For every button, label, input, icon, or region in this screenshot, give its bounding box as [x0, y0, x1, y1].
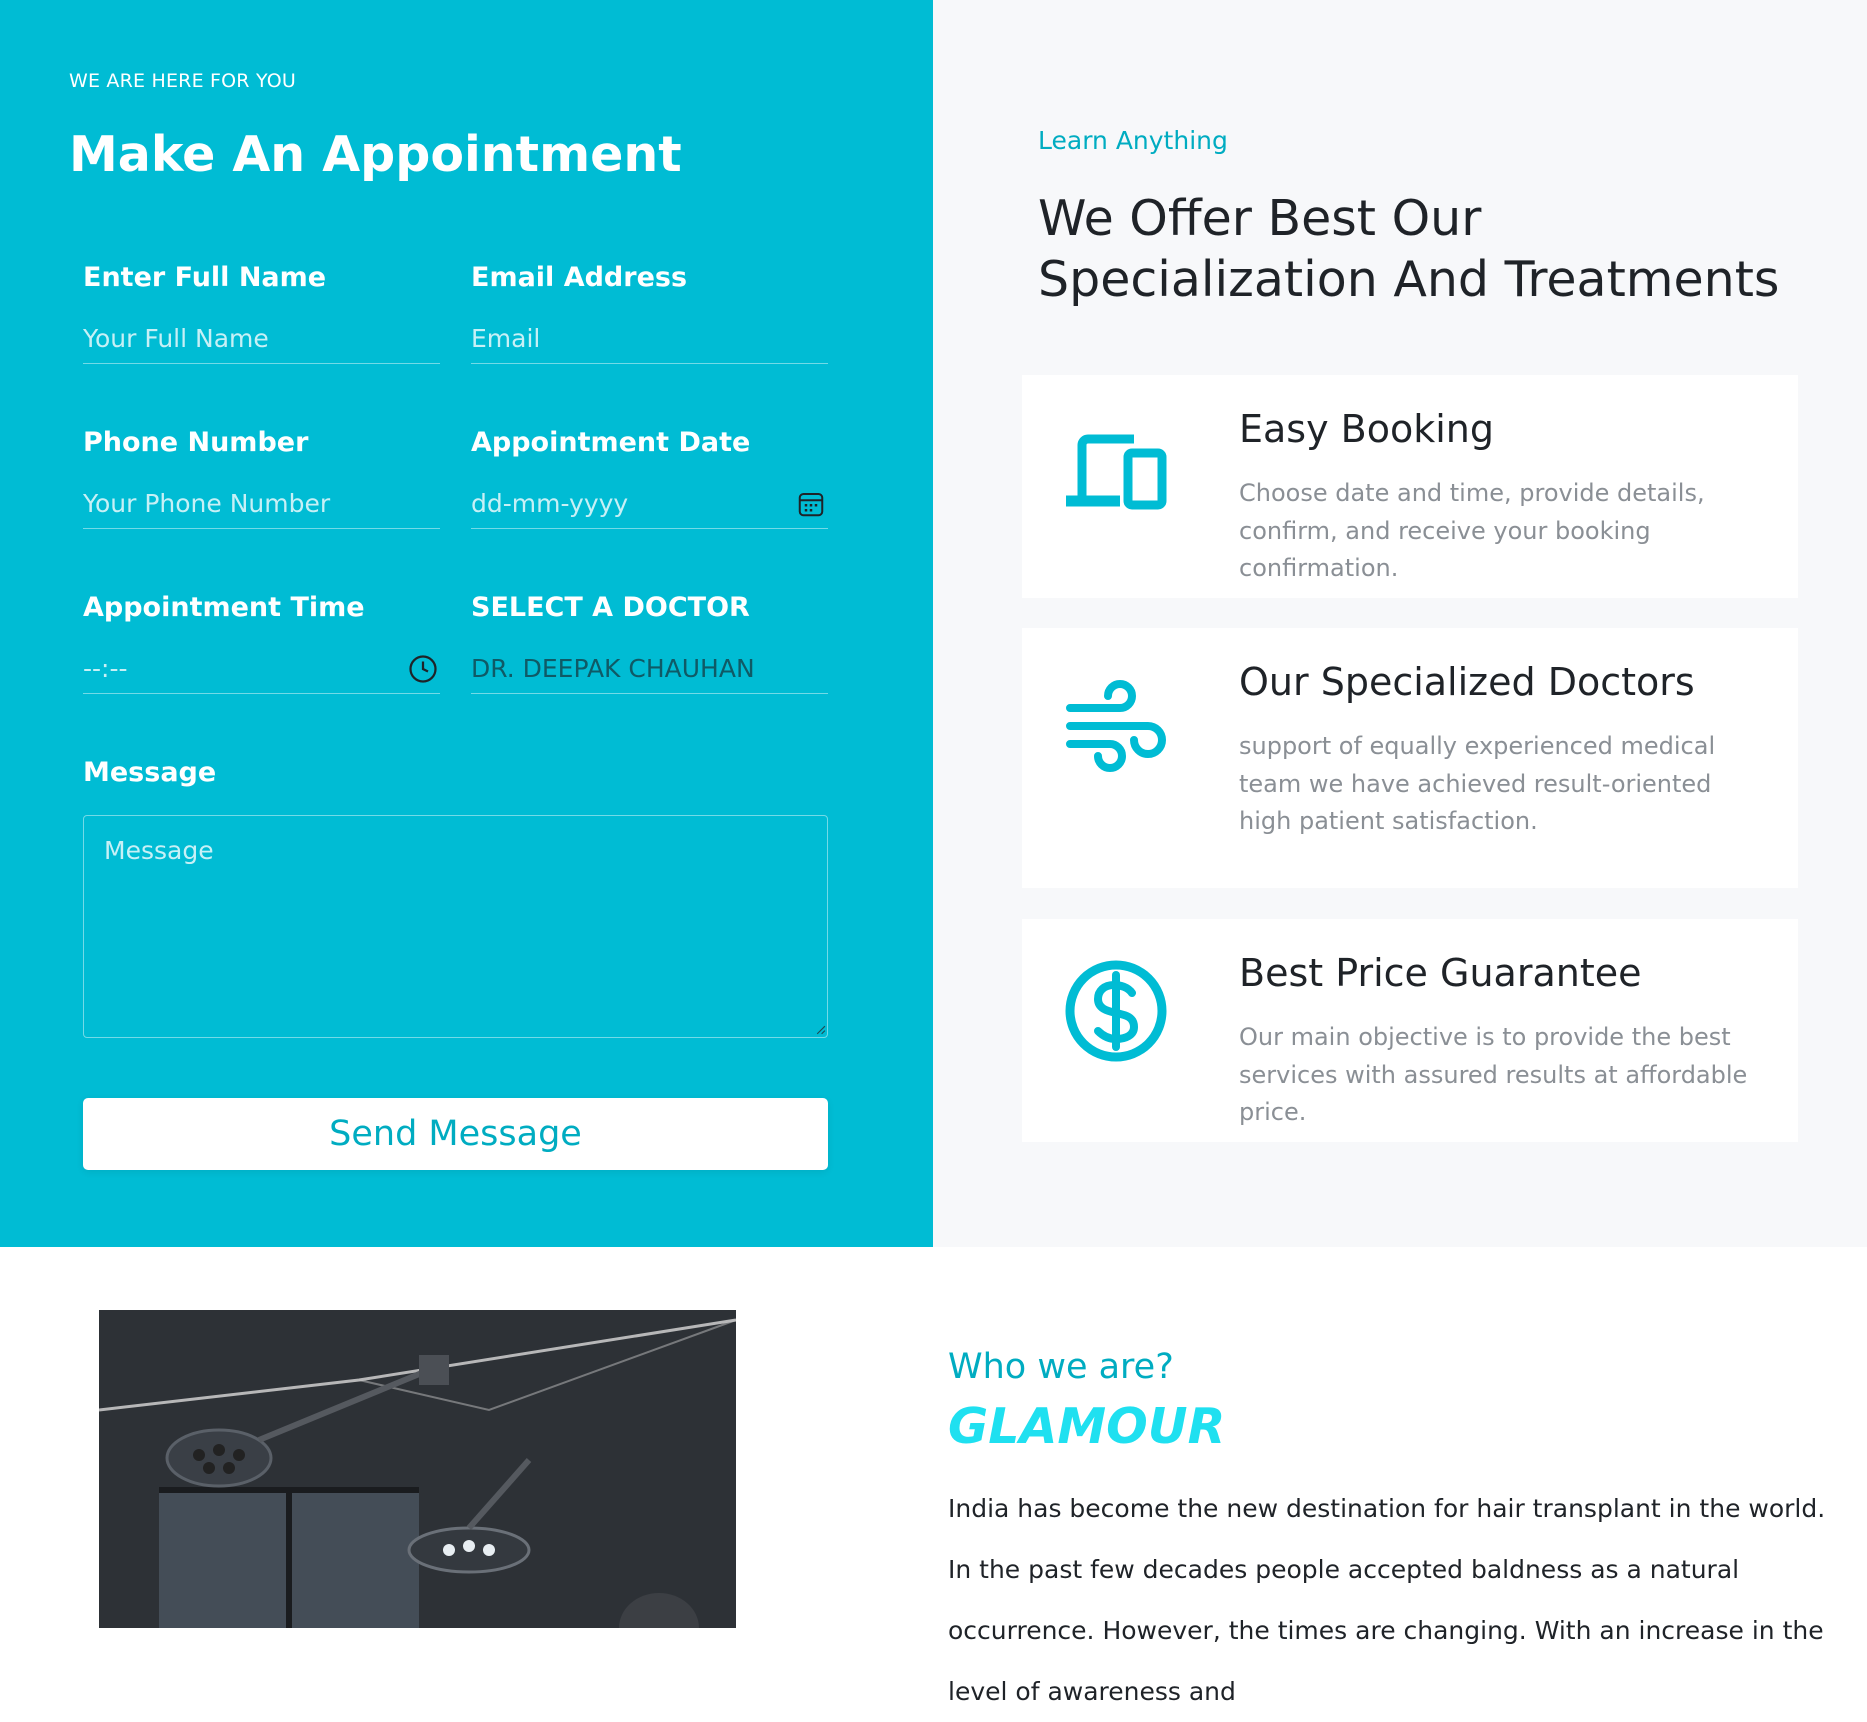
feature-text: Choose date and time, provide details, c…	[1239, 479, 1705, 582]
feature-text: Our main objective is to provide the bes…	[1239, 1023, 1748, 1126]
specialization-eyebrow: Learn Anything	[1038, 126, 1228, 155]
name-input[interactable]	[83, 314, 440, 364]
send-message-button[interactable]: Send Message	[83, 1098, 828, 1170]
feature-card-doctors: Our Specialized Doctors support of equal…	[1022, 628, 1798, 888]
feature-title: Best Price Guarantee	[1239, 951, 1642, 995]
email-input[interactable]	[471, 314, 828, 364]
message-textarea[interactable]	[83, 815, 828, 1038]
about-text: India has become the new destination for…	[948, 1494, 1826, 1706]
feature-title: Our Specialized Doctors	[1239, 660, 1695, 704]
doctor-label: SELECT A DOCTOR	[471, 592, 750, 623]
appointment-title: Make An Appointment	[69, 126, 682, 183]
devices-icon	[1066, 434, 1167, 510]
feature-title: Easy Booking	[1239, 407, 1494, 451]
operating-room-photo	[99, 1310, 736, 1628]
time-field: Appointment Time --:--	[83, 592, 440, 694]
phone-input[interactable]	[83, 479, 440, 529]
name-field: Enter Full Name	[83, 262, 440, 364]
specialization-title: We Offer Best Our Specialization And Tre…	[1038, 190, 1780, 308]
resize-grip-icon[interactable]	[815, 1024, 826, 1035]
doctor-field: SELECT A DOCTOR DR. DEEPAK CHAUHAN	[471, 592, 828, 694]
wind-icon	[1066, 680, 1166, 772]
feature-text: support of equally experienced medical t…	[1239, 732, 1716, 835]
phone-field: Phone Number	[83, 427, 440, 529]
feature-card-booking: Easy Booking Choose date and time, provi…	[1022, 375, 1798, 598]
date-label: Appointment Date	[471, 427, 751, 458]
time-input[interactable]: --:--	[83, 644, 440, 694]
operating-room-illustration	[99, 1310, 736, 1628]
email-label: Email Address	[471, 262, 688, 293]
appointment-eyebrow: WE ARE HERE FOR YOU	[69, 70, 296, 92]
brand-name: GLAMOUR	[948, 1398, 1226, 1455]
date-input[interactable]: dd-mm-yyyy	[471, 479, 828, 529]
about-eyebrow: Who we are?	[948, 1347, 1174, 1387]
appointment-panel: WE ARE HERE FOR YOU Make An Appointment …	[0, 0, 933, 1247]
clock-icon[interactable]	[408, 654, 438, 684]
calendar-icon[interactable]	[796, 489, 826, 519]
time-label: Appointment Time	[83, 592, 365, 623]
dollar-circle-icon	[1065, 960, 1167, 1062]
message-label: Message	[83, 757, 217, 788]
date-field: Appointment Date dd-mm-yyyy	[471, 427, 828, 529]
phone-label: Phone Number	[83, 427, 309, 458]
name-label: Enter Full Name	[83, 262, 327, 293]
email-field: Email Address	[471, 262, 828, 364]
feature-card-price: Best Price Guarantee Our main objective …	[1022, 919, 1798, 1142]
top-section: WE ARE HERE FOR YOU Make An Appointment …	[0, 0, 1867, 1247]
doctor-select[interactable]: DR. DEEPAK CHAUHAN	[471, 644, 828, 694]
